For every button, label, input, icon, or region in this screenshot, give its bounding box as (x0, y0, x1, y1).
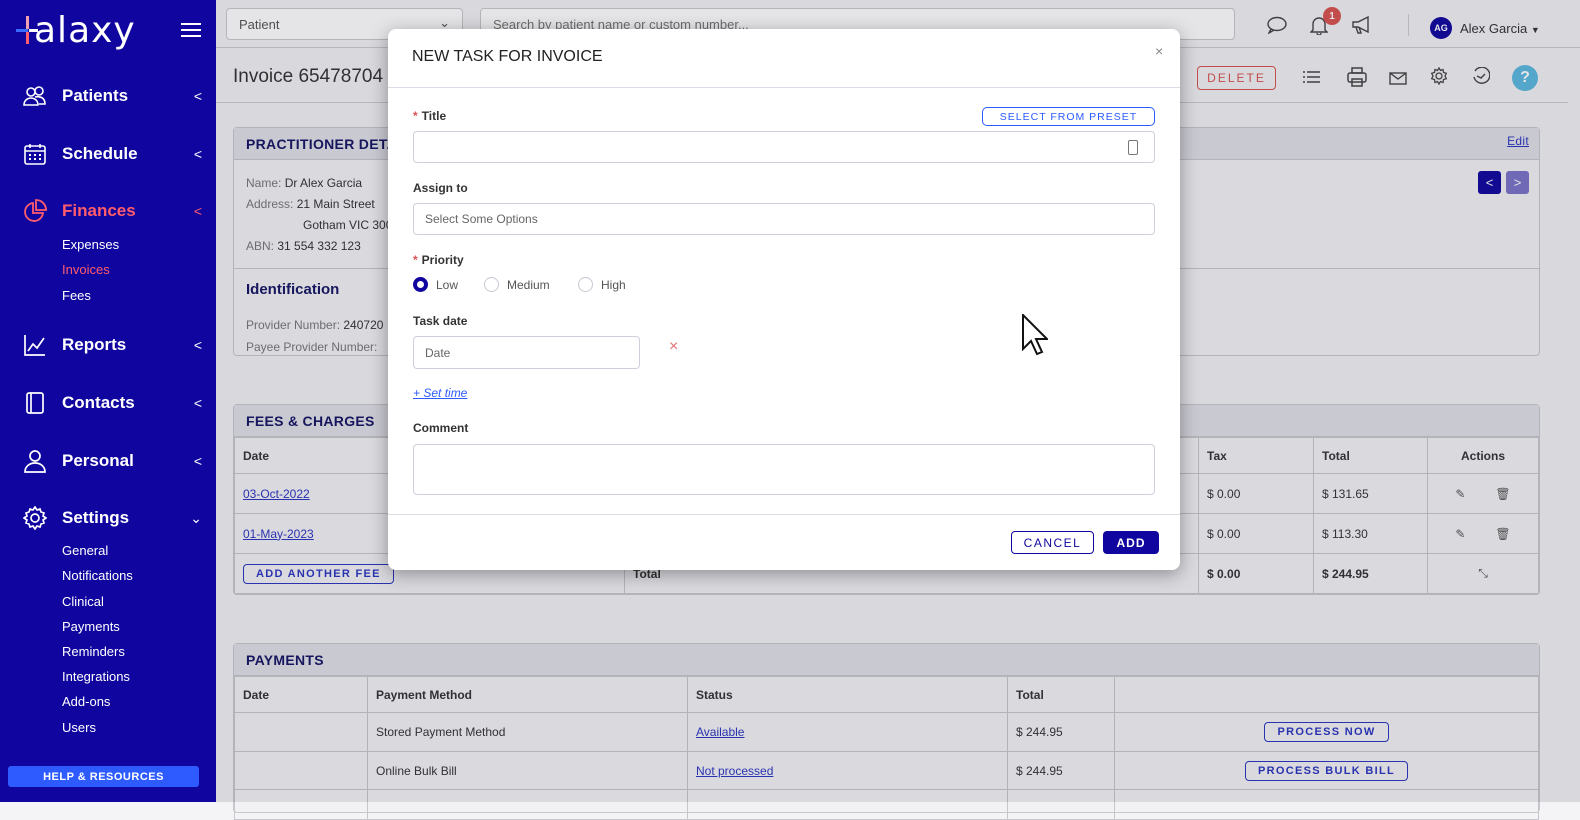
sidebar: alaxy Patients < Schedule < Finances < Expe… (0, 0, 216, 802)
chevron-left-icon: < (193, 88, 202, 104)
chevron-left-icon: < (193, 453, 202, 469)
assign-to-select[interactable]: Select Some Options (413, 203, 1155, 235)
chevron-left-icon: < (193, 146, 202, 162)
cancel-button[interactable]: CANCEL (1011, 531, 1094, 554)
priority-high-radio[interactable]: High (578, 277, 626, 292)
comment-textarea[interactable] (413, 444, 1155, 495)
sidebar-item-reports[interactable]: Reports < (22, 330, 202, 360)
sidebar-subitem-integrations[interactable]: Integrations (62, 669, 130, 684)
sidebar-item-personal[interactable]: Personal < (22, 446, 202, 476)
sidebar-subitem-notifications[interactable]: Notifications (62, 568, 133, 583)
sidebar-subitem-invoices[interactable]: Invoices (62, 262, 110, 277)
calendar-icon (22, 141, 48, 167)
sidebar-subitem-add-ons[interactable]: Add-ons (62, 694, 110, 709)
sidebar-item-finances[interactable]: Finances < (22, 196, 202, 226)
sidebar-subitem-expenses[interactable]: Expenses (62, 237, 119, 252)
close-icon[interactable]: × (1155, 43, 1163, 59)
priority-label: * Priority (413, 253, 464, 267)
gear-icon (22, 505, 48, 531)
mouse-cursor-icon (1022, 312, 1050, 359)
title-input[interactable] (413, 131, 1155, 163)
add-button[interactable]: ADD (1103, 531, 1159, 554)
modal-title: NEW TASK FOR INVOICE (412, 48, 603, 65)
priority-low-radio[interactable]: Low (413, 277, 458, 292)
clear-date-icon[interactable]: × (669, 338, 678, 356)
sidebar-item-settings[interactable]: Settings ⌄ (22, 503, 202, 533)
chevron-left-icon: < (193, 395, 202, 411)
contact-card-icon (1128, 140, 1138, 155)
set-time-link[interactable]: + Set time (413, 386, 467, 400)
sidebar-item-label: Contacts (62, 393, 135, 412)
sidebar-item-label: Reports (62, 335, 127, 354)
halaxy-logo[interactable]: alaxy (16, 10, 136, 51)
sidebar-item-label: Patients (62, 86, 129, 105)
help-resources-button[interactable]: HELP & RESOURCES (8, 766, 199, 787)
sidebar-subitem-payments[interactable]: Payments (62, 619, 120, 634)
assign-label: Assign to (413, 181, 468, 195)
users-icon (22, 83, 48, 109)
radio-label: High (601, 277, 626, 292)
label-text: Title (421, 109, 447, 123)
sidebar-item-label: Settings (62, 508, 130, 527)
radio-label: Medium (507, 277, 550, 292)
menu-toggle-icon[interactable] (181, 23, 201, 37)
sidebar-subitem-general[interactable]: General (62, 543, 108, 558)
select-from-preset-button[interactable]: SELECT FROM PRESET (982, 107, 1155, 126)
book-icon (22, 390, 48, 416)
radio-checked (413, 277, 428, 292)
sidebar-subitem-users[interactable]: Users (62, 720, 96, 735)
sidebar-subitem-clinical[interactable]: Clinical (62, 594, 104, 609)
radio-label: Low (436, 277, 459, 292)
divider (388, 514, 1180, 515)
user-icon (22, 448, 48, 474)
sidebar-item-patients[interactable]: Patients < (22, 81, 202, 111)
chevron-down-icon: ⌄ (190, 509, 202, 526)
sidebar-item-label: Schedule (62, 144, 138, 163)
sidebar-item-schedule[interactable]: Schedule < (22, 139, 202, 169)
chevron-left-icon: < (193, 203, 202, 219)
task-date-label: Task date (413, 314, 468, 328)
priority-medium-radio[interactable]: Medium (484, 277, 550, 292)
sidebar-subitem-fees[interactable]: Fees (62, 288, 91, 303)
comment-label: Comment (413, 421, 469, 435)
pie-chart-icon (22, 198, 48, 224)
sidebar-item-label: Finances (62, 201, 136, 220)
chevron-left-icon: < (193, 337, 202, 353)
radio-unchecked (484, 277, 499, 292)
modal-header: NEW TASK FOR INVOICE × (388, 29, 1180, 88)
sidebar-item-contacts[interactable]: Contacts < (22, 388, 202, 418)
sidebar-subitem-reminders[interactable]: Reminders (62, 644, 125, 659)
task-date-input[interactable]: Date (413, 336, 640, 369)
line-chart-icon (22, 332, 48, 358)
label-text: Priority (421, 253, 464, 267)
title-label: * Title (413, 109, 447, 123)
new-task-modal: NEW TASK FOR INVOICE × * Title SELECT FRO… (388, 29, 1180, 570)
sidebar-item-label: Personal (62, 451, 134, 470)
radio-unchecked (578, 277, 593, 292)
